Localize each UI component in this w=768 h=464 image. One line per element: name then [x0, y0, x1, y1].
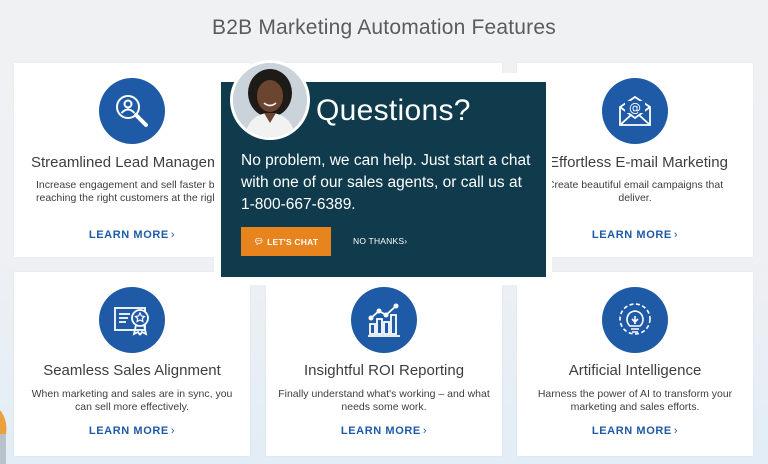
popup-message: No problem, we can help. Just start a ch…	[241, 152, 531, 213]
popup-title: Questions?	[316, 94, 471, 127]
card-title: Insightful ROI Reporting	[303, 362, 465, 379]
card-title: Effortless E-mail Marketing	[549, 154, 728, 171]
card-description: Finally understand what's working – and …	[278, 388, 490, 413]
chevron-right-icon: ›	[673, 229, 679, 241]
card-title: Seamless Sales Alignment	[43, 362, 221, 379]
envelope-icon: @	[602, 78, 668, 144]
feature-card-roi-reporting: Insightful ROI Reporting Finally underst…	[266, 272, 502, 456]
learn-more-link[interactable]: LEARN MORE ›	[517, 425, 753, 437]
magnifier-person-icon	[99, 78, 165, 144]
chevron-right-icon: ›	[170, 229, 176, 241]
chevron-right-icon: ›	[422, 425, 428, 437]
certificate-icon	[99, 287, 165, 353]
chevron-right-icon: ›	[673, 425, 679, 437]
page-title: B2B Marketing Automation Features	[212, 16, 556, 39]
bar-chart-icon	[351, 287, 417, 353]
card-description: When marketing and sales are in sync, yo…	[31, 388, 233, 413]
svg-text:@: @	[629, 101, 641, 115]
decorative-illustration	[0, 410, 7, 464]
agent-avatar	[230, 60, 310, 140]
lets-chat-label: LET'S CHAT	[267, 236, 319, 247]
lets-chat-button[interactable]: 💬︎ LET'S CHAT	[241, 227, 331, 256]
feature-card-email-marketing: @ Effortless E-mail Marketing Create bea…	[517, 63, 753, 257]
card-description: Create beautiful email campaigns that de…	[546, 179, 724, 204]
card-description: Harness the power of AI to transform you…	[537, 388, 733, 413]
feature-card-sales-alignment: Seamless Sales Alignment When marketing …	[14, 272, 250, 456]
chevron-right-icon: ›	[170, 425, 176, 437]
learn-more-link[interactable]: LEARN MORE ›	[266, 425, 502, 437]
card-title: Artificial Intelligence	[568, 362, 702, 379]
lightbulb-gear-icon	[602, 287, 668, 353]
learn-more-link[interactable]: LEARN MORE ›	[517, 229, 753, 241]
feature-card-ai: Artificial Intelligence Harness the powe…	[517, 272, 753, 456]
chevron-right-icon: ›	[404, 236, 408, 246]
chat-bubble-icon: 💬︎	[253, 237, 265, 246]
learn-more-link[interactable]: LEARN MORE ›	[14, 425, 250, 437]
no-thanks-link[interactable]: NO THANKS›	[353, 236, 407, 246]
